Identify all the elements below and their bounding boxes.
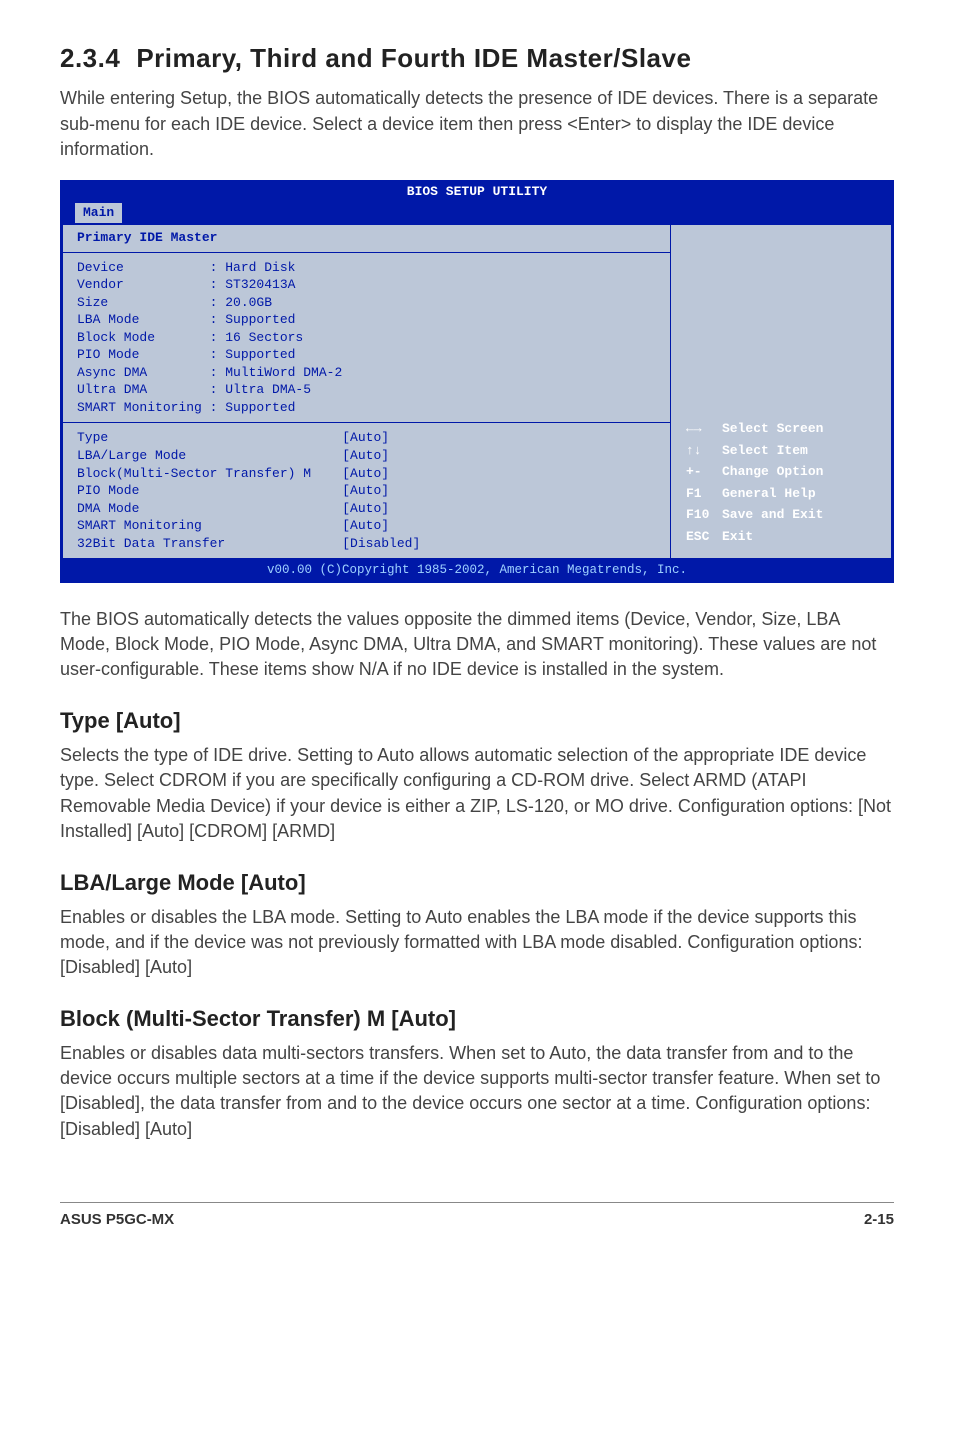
section-number: 2.3.4	[60, 43, 120, 73]
help-key: F1	[685, 484, 719, 504]
bios-footer: v00.00 (C)Copyright 1985-2002, American …	[61, 560, 893, 582]
bios-title: BIOS SETUP UTILITY	[61, 181, 893, 203]
block-heading: Block (Multi-Sector Transfer) M [Auto]	[60, 1004, 894, 1035]
help-key: +-	[685, 462, 719, 482]
bios-info-block: Device : Hard Disk Vendor : ST320413A Si…	[63, 253, 670, 424]
help-key: ↑↓	[685, 441, 719, 461]
bios-left-pane: Primary IDE Master Device : Hard Disk Ve…	[63, 225, 671, 558]
bios-body: Primary IDE Master Device : Hard Disk Ve…	[61, 223, 893, 560]
help-label: Save and Exit	[721, 505, 877, 525]
help-key: ESC	[685, 527, 719, 547]
bios-panel-heading: Primary IDE Master	[63, 225, 670, 252]
section-heading: 2.3.4 Primary, Third and Fourth IDE Maste…	[60, 40, 894, 76]
help-label: Select Screen	[721, 419, 877, 439]
help-label: General Help	[721, 484, 877, 504]
after-bios-paragraph: The BIOS automatically detects the value…	[60, 607, 894, 683]
help-label: Exit	[721, 527, 877, 547]
section-title: Primary, Third and Fourth IDE Master/Sla…	[136, 43, 691, 73]
bios-help-pane: ←→Select Screen↑↓Select Item+-Change Opt…	[671, 225, 891, 558]
help-label: Change Option	[721, 462, 877, 482]
block-body: Enables or disables data multi-sectors t…	[60, 1041, 894, 1142]
lba-heading: LBA/Large Mode [Auto]	[60, 868, 894, 899]
page-footer: ASUS P5GC-MX 2-15	[60, 1202, 894, 1230]
section-intro: While entering Setup, the BIOS automatic…	[60, 86, 894, 162]
help-key: ←→	[685, 419, 719, 439]
bios-help-table: ←→Select Screen↑↓Select Item+-Change Opt…	[683, 417, 879, 548]
type-heading: Type [Auto]	[60, 706, 894, 737]
footer-left: ASUS P5GC-MX	[60, 1209, 174, 1230]
footer-right: 2-15	[864, 1209, 894, 1230]
bios-tab-row: Main	[61, 203, 893, 223]
lba-body: Enables or disables the LBA mode. Settin…	[60, 905, 894, 981]
type-body: Selects the type of IDE drive. Setting t…	[60, 743, 894, 844]
help-key: F10	[685, 505, 719, 525]
bios-panel: BIOS SETUP UTILITY Main Primary IDE Mast…	[60, 180, 894, 583]
bios-tab-main[interactable]: Main	[75, 203, 122, 223]
help-label: Select Item	[721, 441, 877, 461]
bios-options-block[interactable]: Type [Auto] LBA/Large Mode [Auto] Block(…	[63, 423, 670, 558]
